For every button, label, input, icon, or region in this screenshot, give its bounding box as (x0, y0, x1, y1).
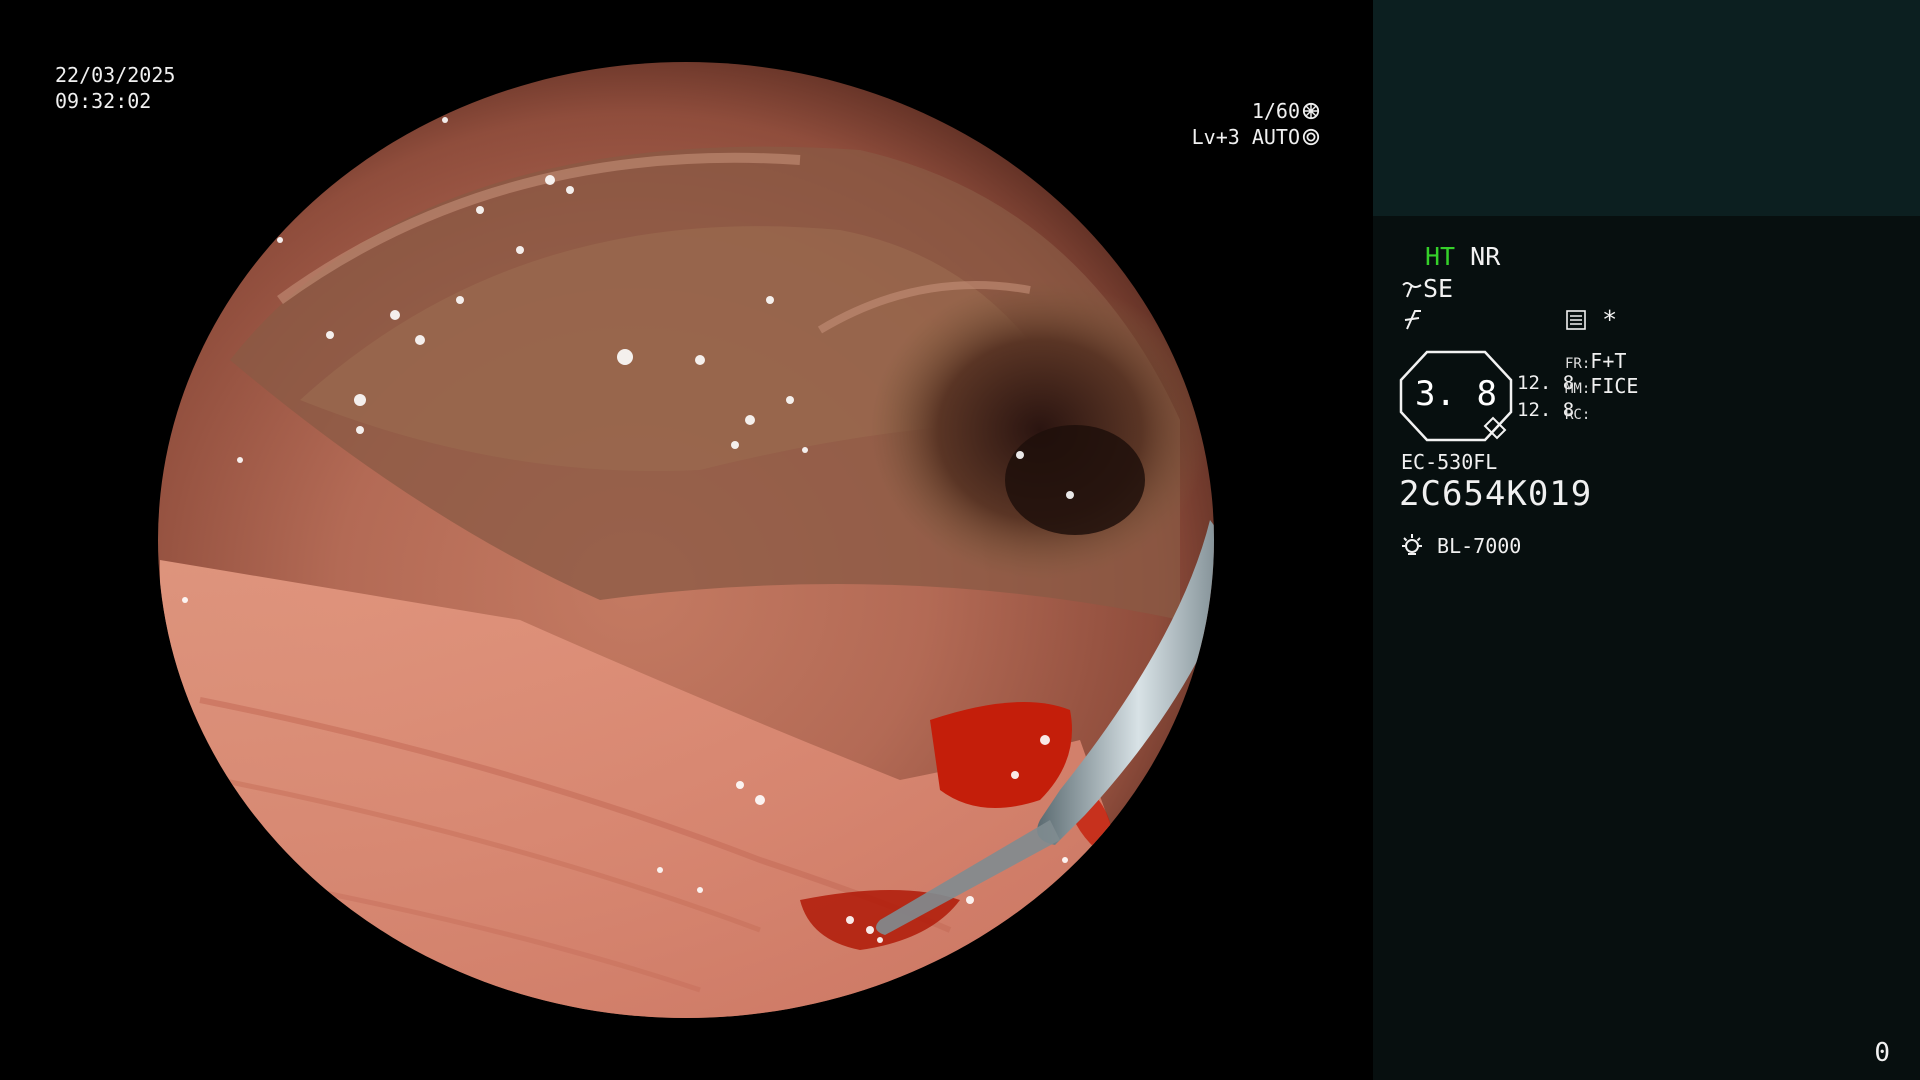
mm-value: FICE (1590, 374, 1639, 398)
date-label: 22/03/2025 (55, 63, 176, 87)
scope-serial: 2C654K019 (1399, 474, 1593, 514)
star-indicator: * (1602, 305, 1618, 334)
se-row: SE (1401, 274, 1453, 303)
aperture-icon (1302, 102, 1320, 120)
light-source-label: BL-7000 (1437, 534, 1522, 558)
fr-row: FR:F+T (1565, 349, 1626, 373)
time-label: 09:32:02 (55, 89, 152, 113)
gauge-value: 3. 8 (1415, 374, 1497, 414)
icons-row: * (1565, 305, 1617, 334)
rc-row: RC: (1565, 400, 1590, 424)
exposure-display: 1/60 Lv+3 AUTO (1192, 98, 1320, 150)
endoscopic-image (158, 62, 1214, 1018)
f-slash-icon (1404, 310, 1421, 330)
scope-model: EC-530FL (1401, 450, 1498, 474)
tilde-arrow-icon (1402, 282, 1422, 298)
mm-tag: MM: (1565, 381, 1591, 397)
info-panel: HT NR SE * 3. 8 12. 8 12. 8 FR:F+T MM:FI… (1373, 0, 1920, 1080)
list-panel-icon (1566, 310, 1586, 330)
fr-tag: FR: (1565, 356, 1591, 372)
iris-icon (1302, 128, 1320, 146)
fr-value: F+T (1590, 349, 1627, 373)
rc-tag: RC: (1565, 407, 1591, 423)
shutter-label: 1/60 (1251, 99, 1300, 123)
level-label: Lv+3 AUTO (1191, 125, 1300, 149)
ht-indicator: HT (1425, 242, 1456, 271)
nr-indicator: NR (1470, 242, 1501, 271)
frame-counter: 0 (1874, 1038, 1890, 1068)
lamp-icon (1402, 534, 1422, 555)
mode-row: HT NR (1425, 242, 1500, 271)
light-source-row: BL-7000 (1399, 532, 1521, 558)
lumen (870, 280, 1210, 580)
datetime-display: 22/03/2025 09:32:02 (55, 62, 175, 114)
endoscopy-view: 22/03/2025 09:32:02 1/60 Lv+3 AUTO (0, 0, 1372, 1080)
se-label: SE (1423, 274, 1454, 303)
mm-row: MM:FICE (1565, 374, 1638, 398)
f-row (1401, 305, 1423, 334)
panel-header-area (1373, 0, 1920, 216)
